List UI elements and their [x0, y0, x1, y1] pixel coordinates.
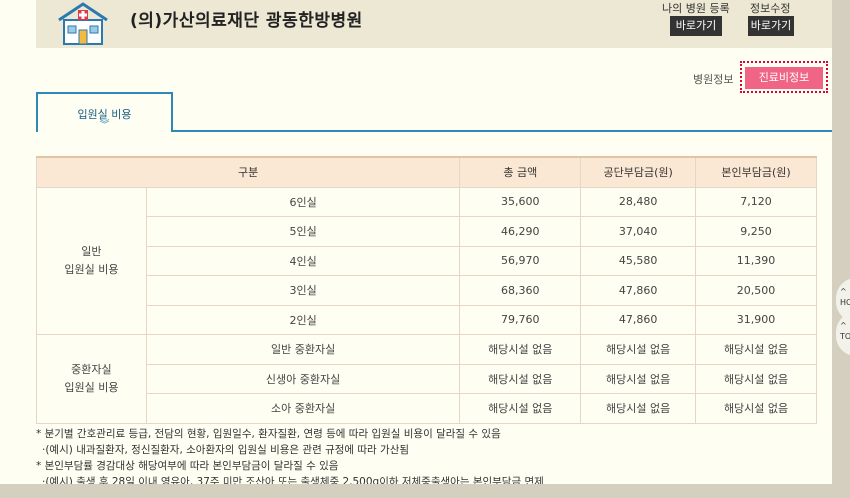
table-row: 3인실 68,360 47,860 20,500: [37, 275, 817, 306]
public-share-cell: 해당시설 없음: [580, 363, 697, 394]
table-row: 소아 중환자실 해당시설 없음 해당시설 없음 해당시설 없음: [37, 393, 817, 424]
note-line: ·(예시) 출생 후 28일 이내 영유아, 37주 미만 조산아 또는 출생체…: [42, 476, 544, 484]
table-header-row: 구분 총 금액 공단부담금(원) 본인부담금(원): [35, 156, 817, 188]
my-hospital-register-button[interactable]: 바로가기: [670, 16, 722, 36]
my-hospital-register-label: 나의 병원 등록: [662, 2, 730, 15]
group-name-line1: 중환자실: [71, 362, 112, 376]
arrow-up-icon: ^: [840, 287, 847, 296]
page: (의)가산의료재단 광동한방병원 나의 병원 등록 바로가기 정보수정 바로가기…: [0, 0, 832, 484]
self-share-cell: 9,250: [695, 216, 817, 247]
table-row: 5인실 46,290 37,040 9,250: [37, 216, 817, 247]
col-header-self-share: 본인부담금(원): [695, 156, 817, 188]
hospital-name: (의)가산의료재단 광동한방병원: [130, 11, 363, 31]
hospital-info-label: 병원정보: [693, 73, 734, 86]
public-share-cell: 해당시설 없음: [580, 334, 697, 365]
home-side-label: HO: [840, 298, 850, 307]
fee-info-highlight: 진료비정보: [740, 61, 828, 93]
room-type-cell: 3인실: [145, 275, 461, 306]
edit-info-label: 정보수정: [750, 2, 791, 15]
room-type-cell: 2인실: [145, 304, 461, 335]
fee-info-button[interactable]: 진료비정보: [745, 67, 823, 89]
top-side-label: TO: [840, 332, 850, 341]
group-name-line1: 일반: [81, 244, 102, 258]
notes: * 분기별 간호관리료 등급, 전담의 현황, 입원일수, 환자질환, 연령 등…: [36, 426, 544, 484]
public-share-cell: 47,860: [580, 304, 697, 335]
table-row: 4인실 56,970 45,580 11,390: [37, 245, 817, 276]
room-type-cell: 일반 중환자실: [145, 334, 461, 365]
top-side-button[interactable]: ^ TO: [836, 312, 850, 356]
group-cell-general: 일반입원실 비용: [36, 186, 147, 335]
public-share-cell: 해당시설 없음: [580, 393, 697, 424]
group-name-line2: 입원실 비용: [64, 380, 119, 394]
table-row: 2인실 79,760 47,860 31,900: [37, 304, 817, 335]
public-share-cell: 47,860: [580, 275, 697, 306]
self-share-cell: 11,390: [695, 245, 817, 276]
room-type-cell: 신생아 중환자실: [145, 363, 461, 394]
col-header-total: 총 금액: [459, 156, 582, 188]
public-share-cell: 28,480: [580, 186, 697, 217]
arrow-up-icon: ^: [840, 321, 847, 330]
room-type-cell: 6인실: [145, 186, 461, 217]
public-share-cell: 45,580: [580, 245, 697, 276]
note-line: * 본인부담률 경감대상 해당여부에 따라 본인부담금이 달라질 수 있음: [36, 460, 339, 472]
self-share-cell: 20,500: [695, 275, 817, 306]
total-cell: 35,600: [459, 186, 582, 217]
chevron-down-icon: ︾: [99, 120, 110, 131]
self-share-cell: 해당시설 없음: [695, 363, 817, 394]
total-cell: 56,970: [459, 245, 582, 276]
tab-inpatient-room-cost[interactable]: 입원실 비용 ︾: [36, 92, 173, 132]
total-cell: 68,360: [459, 275, 582, 306]
total-cell: 해당시설 없음: [459, 334, 582, 365]
room-type-cell: 소아 중환자실: [145, 393, 461, 424]
note-line: * 분기별 간호관리료 등급, 전담의 현황, 입원일수, 환자질환, 연령 등…: [36, 428, 501, 440]
group-cell-icu: 중환자실입원실 비용: [36, 334, 147, 424]
room-type-cell: 5인실: [145, 216, 461, 247]
total-cell: 79,760: [459, 304, 582, 335]
self-share-cell: 7,120: [695, 186, 817, 217]
self-share-cell: 해당시설 없음: [695, 334, 817, 365]
total-cell: 해당시설 없음: [459, 393, 582, 424]
note-line: ·(예시) 내과질환자, 정신질환자, 소아환자의 입원실 비용은 관련 규정에…: [42, 444, 410, 456]
inpatient-fee-table: 구분 총 금액 공단부담금(원) 본인부담금(원) 일반입원실 비용 6인실 3…: [35, 156, 817, 424]
col-header-category: 구분: [35, 156, 461, 188]
hospital-icon: [58, 2, 108, 45]
room-type-cell: 4인실: [145, 245, 461, 276]
public-share-cell: 37,040: [580, 216, 697, 247]
self-share-cell: 해당시설 없음: [695, 393, 817, 424]
group-name-line2: 입원실 비용: [64, 262, 119, 276]
col-header-public-share: 공단부담금(원): [580, 156, 697, 188]
self-share-cell: 31,900: [695, 304, 817, 335]
total-cell: 46,290: [459, 216, 582, 247]
total-cell: 해당시설 없음: [459, 363, 582, 394]
edit-info-button[interactable]: 바로가기: [748, 16, 794, 36]
table-row: 신생아 중환자실 해당시설 없음 해당시설 없음 해당시설 없음: [37, 363, 817, 394]
table-row: 일반입원실 비용 6인실 35,600 28,480 7,120: [36, 186, 817, 335]
table-row: 중환자실입원실 비용 일반 중환자실 해당시설 없음 해당시설 없음 해당시설 …: [36, 334, 817, 424]
